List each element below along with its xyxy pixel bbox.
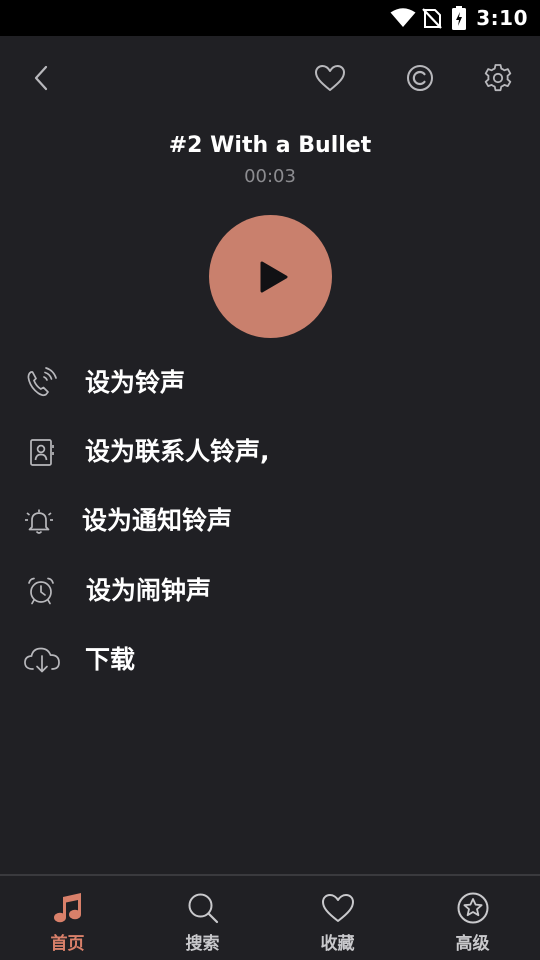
play-button[interactable]: [209, 215, 332, 338]
nav-label: 搜索: [185, 934, 220, 954]
action-download[interactable]: 下载: [0, 629, 540, 689]
star-circle-icon: [455, 890, 491, 926]
track-title: #2 With a Bullet: [168, 133, 372, 158]
heart-icon: [320, 890, 356, 926]
battery-charging-icon: [452, 6, 467, 30]
action-label: 下载: [85, 645, 136, 674]
bell-icon: [22, 504, 56, 538]
action-label: 设为联系人铃声,: [85, 437, 270, 466]
copyright-button[interactable]: [398, 56, 442, 100]
search-icon: [185, 890, 221, 926]
action-set-contact-ringtone[interactable]: 设为联系人铃声,: [0, 421, 540, 481]
track-time: 00:03: [244, 166, 296, 187]
nav-label: 首页: [50, 934, 85, 954]
favorite-button[interactable]: [308, 56, 352, 100]
copyright-icon: [406, 64, 434, 92]
nav-item-premium[interactable]: 高级: [405, 876, 540, 960]
cloud-download-icon: [22, 643, 62, 677]
heart-outline-icon: [314, 64, 346, 92]
alarm-clock-icon: [24, 574, 58, 608]
status-time: 3:10: [476, 6, 528, 30]
chevron-left-icon: [32, 65, 52, 91]
action-label: 设为闹钟声: [86, 576, 212, 605]
settings-button[interactable]: [476, 56, 520, 100]
action-set-alarm-sound[interactable]: 设为闹钟声: [0, 560, 540, 620]
status-bar: 3:10: [0, 0, 540, 36]
status-icons: 3:10: [390, 6, 528, 30]
back-button[interactable]: [22, 58, 62, 98]
action-label: 设为铃声: [85, 368, 186, 397]
action-label: 设为通知铃声: [82, 506, 233, 535]
ringtone-detail-screen: 3:10 #2 With a Bullet 00:03 设为铃声 设为联系人铃声…: [0, 0, 540, 960]
wifi-icon: [390, 8, 416, 28]
action-set-notification-ringtone[interactable]: 设为通知铃声: [0, 490, 540, 550]
phone-ringing-icon: [24, 366, 58, 400]
nav-label: 高级: [455, 934, 490, 954]
action-set-ringtone[interactable]: 设为铃声: [0, 352, 540, 412]
nav-item-search[interactable]: 搜索: [135, 876, 270, 960]
bottom-nav: 首页 搜索 收藏 高级: [0, 874, 540, 960]
no-sim-icon: [422, 7, 443, 29]
contact-card-icon: [24, 435, 58, 469]
play-icon: [253, 260, 289, 294]
nav-item-home[interactable]: 首页: [0, 876, 135, 960]
gear-icon: [483, 63, 513, 93]
music-note-icon: [50, 890, 86, 926]
nav-item-favorites[interactable]: 收藏: [270, 876, 405, 960]
nav-label: 收藏: [320, 934, 355, 954]
